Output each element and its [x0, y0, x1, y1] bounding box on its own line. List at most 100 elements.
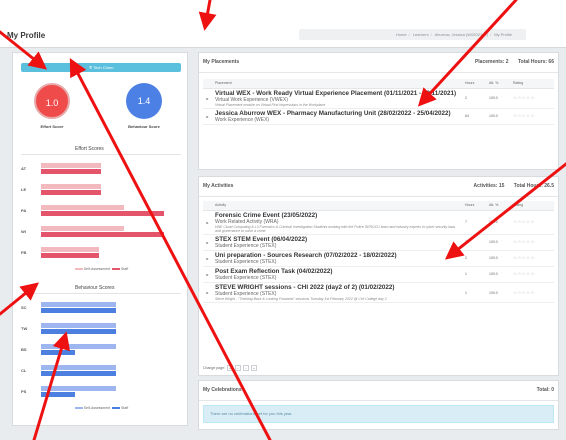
row-detail: Post Exam Reflection Task (04/02/2022) St… — [212, 266, 462, 283]
chart-category-label: TW — [21, 326, 28, 331]
behaviour-chart: Self-Assessment Staff SC TW BS CL PS — [21, 293, 181, 411]
row-detail: STEVE WRIGHT sessions - CHI 2022 (day2 o… — [212, 282, 462, 304]
row-hours: 1 — [462, 282, 486, 304]
placements-count: Placements: 2 — [474, 59, 509, 65]
row-detail: Forensic Crime Event (23/05/2022) Work Re… — [212, 210, 462, 235]
row-hours: 2 — [462, 250, 486, 267]
row-detail: Virtual WEX - Work Ready Virtual Experie… — [212, 88, 462, 109]
table-row[interactable]: ▸ Forensic Crime Event (23/05/2022) Work R… — [203, 210, 554, 235]
chart-bar — [41, 371, 117, 376]
row-title[interactable]: STEVE WRIGHT sessions - CHI 2022 (day2 o… — [215, 284, 459, 291]
expand-icon[interactable]: ▸ — [203, 250, 212, 267]
row-type: Student Experience (STEX) — [215, 242, 277, 249]
legend-staff: Staff — [121, 406, 129, 410]
placements-title: My Placements — [203, 59, 240, 65]
row-hours: 3 — [462, 234, 486, 251]
expand-icon[interactable]: ▸ — [203, 108, 212, 125]
activities-table-wrap: Activity Hours Att. % Rating ▸ Forensic Crime… — [203, 201, 554, 304]
activities-card: My Activities Activities: 15 Total Hours… — [198, 176, 559, 376]
breadcrumb-home[interactable]: Home — [396, 32, 407, 37]
chart-bar — [41, 386, 117, 391]
row-description: Steve Wright - "Thinking Back & Looking … — [215, 296, 387, 301]
celebrations-total: Total: 0 — [536, 387, 554, 393]
star-rating: ☆☆☆☆☆ — [510, 282, 554, 304]
chart-category-label: BS — [21, 347, 27, 352]
table-row[interactable]: ▸ Post Exam Reflection Task (04/02/2022) S… — [203, 266, 554, 283]
row-title[interactable]: Jessica Aburrow WEX - Pharmacy Manufactu… — [215, 110, 459, 117]
activities-header: My Activities Activities: 15 Total Hours… — [199, 177, 558, 197]
star-rating: ☆☆☆☆☆ — [510, 88, 554, 109]
row-hours: 1 — [462, 266, 486, 283]
breadcrumb-learners[interactable]: Learners — [413, 32, 429, 37]
row-title[interactable]: STEX STEM Event (06/04/2022) — [215, 236, 459, 243]
chart-bar — [41, 253, 99, 258]
row-title[interactable]: Uni preparation - Sources Research (07/0… — [215, 252, 459, 259]
chart-bar — [41, 308, 117, 313]
star-rating: ☆☆☆☆☆ — [510, 234, 554, 251]
pager-prev-button[interactable]: ‹ — [234, 365, 241, 371]
table-row[interactable]: ▸ Virtual WEX - Work Ready Virtual Experi… — [203, 88, 554, 109]
chart-bar — [41, 344, 117, 349]
activities-pager: Change page: « ‹ › » — [203, 365, 257, 371]
row-attendance: 100.0 — [486, 266, 510, 283]
course-button-label: Tech Chem — [93, 65, 114, 70]
placements-table: Placement Hours Att. % Rating ▸ Virtual WEX -… — [203, 79, 554, 125]
pager-label: Change page: — [203, 366, 225, 370]
expand-icon[interactable]: ▸ — [203, 234, 212, 251]
row-attendance: 100.0 — [486, 234, 510, 251]
legend-staff: Staff — [121, 267, 129, 271]
chart-category-label: FB — [21, 250, 27, 255]
flask-icon: ⚗ — [88, 65, 93, 70]
table-row[interactable]: ▸ Uni preparation - Sources Research (07/… — [203, 250, 554, 267]
star-rating: ☆☆☆☆☆ — [510, 210, 554, 235]
chart-bar — [41, 211, 165, 216]
row-attendance: 100.0 — [486, 250, 510, 267]
top-bar: My Profile Home / Learners / Aburrow, Jess… — [0, 0, 566, 48]
placements-card: My Placements Placements: 2 Total Hours:… — [198, 52, 559, 170]
row-title[interactable]: Virtual WEX - Work Ready Virtual Experie… — [215, 90, 459, 97]
chart-bar — [41, 392, 75, 397]
activities-col-rating: Rating — [510, 201, 554, 211]
table-row[interactable]: ▸ STEX STEM Event (06/04/2022) Student Exp… — [203, 234, 554, 251]
pager-last-button[interactable]: » — [250, 365, 257, 371]
row-hours: 2 — [462, 88, 486, 109]
placements-col-name: Placement — [212, 79, 462, 89]
activities-title: My Activities — [203, 183, 234, 189]
celebrations-title: My Celebrations — [203, 387, 242, 393]
behaviour-score-label: Behaviour Score — [128, 124, 160, 129]
breadcrumb: Home / Learners / Aburrow, Jessica (W02021… — [299, 29, 526, 40]
pager-first-button[interactable]: « — [226, 365, 233, 371]
chart-bar — [41, 247, 99, 252]
chart-category-label: PA — [21, 208, 27, 213]
chart-category-label: AT — [21, 166, 27, 171]
activities-col-hours: Hours — [462, 201, 486, 211]
table-row[interactable]: ▸ STEVE WRIGHT sessions - CHI 2022 (day2 … — [203, 282, 554, 304]
activities-col-att: Att. % — [486, 201, 510, 211]
table-row[interactable]: ▸ Jessica Aburrow WEX - Pharmacy Manufact… — [203, 108, 554, 125]
legend-self: Self-Assessment — [83, 406, 111, 410]
course-button[interactable]: ⚗ Tech Chem — [21, 63, 181, 72]
chart-bar — [41, 163, 102, 168]
expand-icon[interactable]: ▸ — [203, 266, 212, 283]
chart-bar — [41, 184, 102, 189]
expand-icon[interactable]: ▸ — [203, 88, 212, 109]
breadcrumb-learner[interactable]: Aburrow, Jessica (W0202107) — [435, 32, 488, 37]
placements-table-wrap: Placement Hours Att. % Rating ▸ Virtual WEX -… — [203, 79, 554, 125]
expand-icon[interactable]: ▸ — [203, 210, 212, 235]
scores-panel: ⚗ Tech Chem 1.0 Effort Score 1.4 Behavio… — [12, 52, 188, 426]
star-rating: ☆☆☆☆☆ — [510, 250, 554, 267]
activities-col-name: Activity — [212, 201, 462, 211]
row-title[interactable]: Post Exam Reflection Task (04/02/2022) — [215, 268, 459, 275]
placements-col-expand — [203, 79, 212, 89]
placements-header: My Placements Placements: 2 Total Hours:… — [199, 53, 558, 73]
chart-bar — [41, 226, 125, 231]
expand-icon[interactable]: ▸ — [203, 282, 212, 304]
behaviour-chart-legend: Self-Assessment Staff — [21, 406, 181, 410]
effort-score-circle: 1.0 — [34, 83, 70, 119]
row-type: Work Experience (WEX) — [215, 116, 270, 123]
pager-next-button[interactable]: › — [242, 365, 249, 371]
star-rating: ☆☆☆☆☆ — [510, 108, 554, 125]
row-title[interactable]: Forensic Crime Event (23/05/2022) — [215, 212, 459, 219]
activities-col-expand — [203, 201, 212, 211]
breadcrumb-current: My Profile — [494, 32, 512, 37]
